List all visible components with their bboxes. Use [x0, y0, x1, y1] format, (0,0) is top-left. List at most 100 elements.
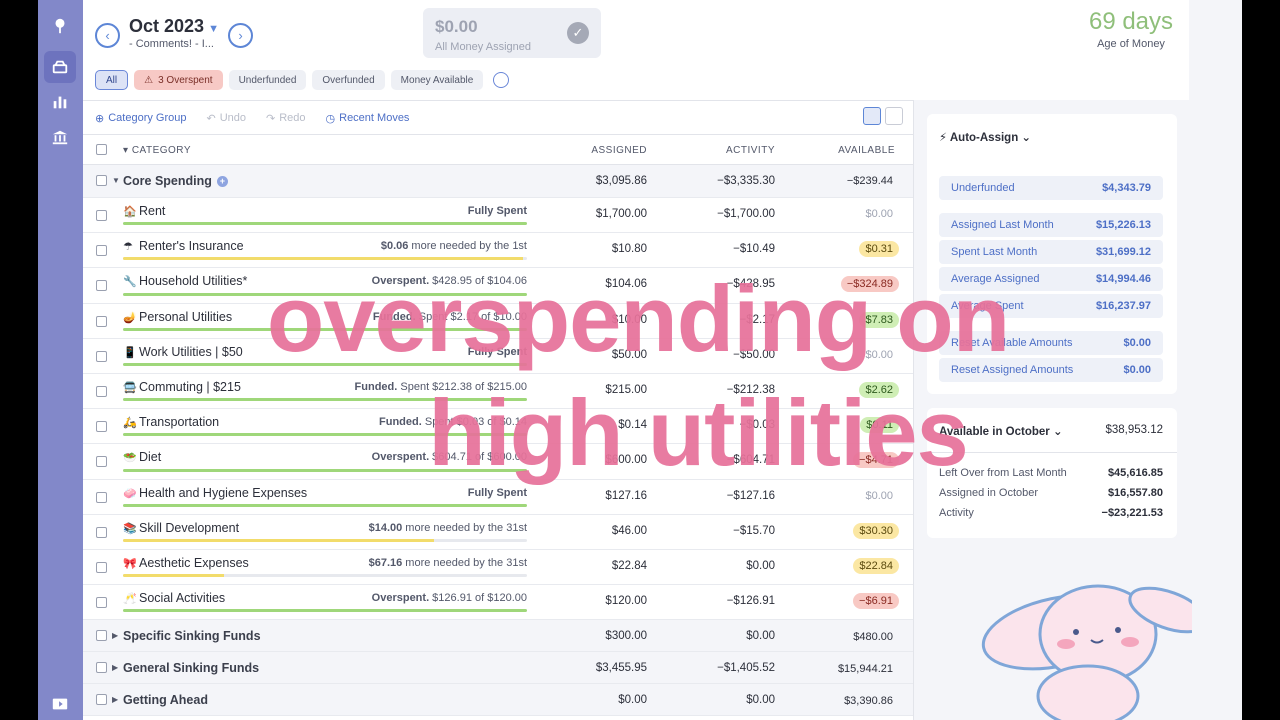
group-name[interactable]: Getting Ahead	[123, 693, 208, 707]
category-available[interactable]: $7.83	[859, 311, 899, 328]
category-row[interactable]: 🎀 Aesthetic Expenses $67.16 more needed b…	[83, 550, 913, 586]
tree-logo-icon[interactable]	[44, 10, 76, 42]
next-month-button[interactable]: ›	[228, 23, 253, 48]
category-name[interactable]: 📚 Skill Development	[123, 521, 239, 535]
category-available[interactable]: $22.84	[853, 557, 899, 574]
filter-money-available[interactable]: Money Available	[390, 70, 484, 90]
category-row[interactable]: 🛵 Transportation Funded. Spent $0.03 of $…	[83, 409, 913, 445]
category-name[interactable]: 🎀 Aesthetic Expenses	[123, 556, 249, 570]
category-activity[interactable]: −$2.17	[740, 314, 776, 326]
category-activity[interactable]: $0.00	[746, 560, 775, 572]
filter-settings-icon[interactable]	[493, 72, 510, 88]
category-available[interactable]: −$324.89	[840, 276, 899, 293]
undo-button[interactable]: ↶ Undo	[206, 112, 246, 125]
category-assigned[interactable]: $120.00	[605, 595, 647, 607]
row-checkbox[interactable]	[96, 175, 107, 186]
row-checkbox[interactable]	[96, 210, 107, 221]
auto-assign-option[interactable]: Assigned Last Month $15,226.13	[939, 213, 1163, 237]
category-name[interactable]: ☂ Renter's Insurance	[123, 239, 244, 253]
category-name[interactable]: 🧼 Health and Hygiene Expenses	[123, 486, 307, 500]
category-assigned[interactable]: $10.80	[612, 243, 647, 255]
category-available[interactable]: $30.30	[853, 522, 899, 539]
category-row[interactable]: 📱 Work Utilities | $50 Fully Spent $50.00…	[83, 339, 913, 374]
add-category-icon[interactable]: +	[216, 176, 228, 187]
row-checkbox[interactable]	[96, 385, 107, 397]
recent-moves-button[interactable]: ◷ Recent Moves	[326, 112, 410, 125]
row-checkbox[interactable]	[96, 315, 107, 327]
row-checkbox[interactable]	[96, 597, 107, 609]
category-name[interactable]: 📱 Work Utilities | $50	[123, 345, 243, 359]
column-category[interactable]: ▾ CATEGORY	[123, 145, 191, 156]
row-checkbox[interactable]	[96, 421, 107, 433]
auto-assign-option[interactable]: Average Spent $16,237.97	[939, 294, 1163, 318]
auto-assign-option[interactable]: Reset Assigned Amounts $0.00	[939, 358, 1163, 382]
category-activity[interactable]: −$50.00	[733, 349, 775, 361]
category-name[interactable]: 🛵 Transportation	[123, 415, 219, 429]
category-activity[interactable]: −$15.70	[733, 525, 775, 537]
auto-assign-option[interactable]: Average Assigned $14,994.46	[939, 267, 1163, 291]
category-assigned[interactable]: $50.00	[612, 349, 647, 361]
auto-assign-option[interactable]: Spent Last Month $31,699.12	[939, 240, 1163, 264]
category-activity[interactable]: −$1,700.00	[717, 208, 775, 220]
category-assigned[interactable]: $104.06	[605, 278, 647, 290]
filter-overfunded[interactable]: Overfunded	[312, 70, 385, 90]
category-row[interactable]: 🏠 Rent Fully Spent $1,700.00 −$1,700.00 $…	[83, 198, 913, 234]
row-checkbox[interactable]	[96, 491, 107, 503]
row-checkbox[interactable]	[96, 280, 107, 292]
add-category-group-button[interactable]: ⊕ Category Group	[95, 112, 186, 125]
expand-triangle-icon[interactable]: ▶	[112, 631, 118, 640]
category-name[interactable]: 🪔 Personal Utilities	[123, 310, 232, 324]
previous-month-button[interactable]: ‹	[95, 23, 120, 48]
row-checkbox[interactable]	[96, 245, 107, 257]
category-assigned[interactable]: $22.84	[612, 560, 647, 572]
category-activity[interactable]: −$604.71	[727, 454, 775, 466]
category-assigned[interactable]: $127.16	[605, 490, 647, 502]
row-checkbox[interactable]	[96, 526, 107, 538]
category-row[interactable]: 🔧 Household Utilities* Overspent. $428.95…	[83, 268, 913, 304]
category-available[interactable]: $0.11	[860, 417, 899, 434]
group-name[interactable]: Specific Sinking Funds	[123, 629, 261, 643]
category-name[interactable]: 🥂 Social Activities	[123, 591, 225, 605]
category-activity[interactable]: −$428.95	[727, 278, 775, 290]
auto-assign-header[interactable]: ⚡ Auto-Assign ⌄	[939, 130, 1031, 144]
category-assigned[interactable]: $1,700.00	[596, 208, 647, 220]
compact-view-icon[interactable]	[885, 107, 903, 125]
auto-assign-option[interactable]: Reset Available Amounts $0.00	[939, 331, 1163, 355]
category-assigned[interactable]: $46.00	[612, 525, 647, 537]
group-row[interactable]: ▶ Specific Sinking Funds $300.00 $0.00 $…	[83, 620, 913, 653]
filter-underfunded[interactable]: Underfunded	[228, 70, 307, 90]
category-assigned[interactable]: $600.00	[605, 454, 647, 466]
category-assigned[interactable]: $10.00	[612, 314, 647, 326]
group-row[interactable]: ▶ Getting Ahead $0.00 $0.00 $3,390.86	[83, 684, 913, 717]
category-available[interactable]: $0.00	[859, 347, 899, 363]
category-activity[interactable]: −$10.49	[733, 243, 775, 255]
row-checkbox[interactable]	[96, 561, 107, 573]
category-row[interactable]: 🥗 Diet Overspent. $604.71 of $600.00 $600…	[83, 444, 913, 480]
category-row[interactable]: 🥂 Social Activities Overspent. $126.91 of…	[83, 585, 913, 621]
category-assigned[interactable]: $215.00	[605, 384, 647, 396]
category-available[interactable]: −$4.71	[853, 452, 899, 469]
ready-to-assign-box[interactable]: $0.00 All Money Assigned ✓	[423, 8, 601, 58]
category-available[interactable]: $0.31	[859, 241, 899, 258]
category-row[interactable]: ☂ Renter's Insurance $0.06 more needed by…	[83, 233, 913, 269]
accounts-icon[interactable]	[44, 121, 76, 153]
category-activity[interactable]: −$126.91	[727, 595, 775, 607]
category-row[interactable]: 📚 Skill Development $14.00 more needed by…	[83, 515, 913, 550]
category-available[interactable]: $0.00	[859, 488, 899, 504]
expand-triangle-icon[interactable]: ▶	[112, 695, 118, 704]
category-available[interactable]: $2.62	[859, 381, 899, 398]
category-name[interactable]: 🏠 Rent	[123, 204, 165, 218]
collapse-triangle-icon[interactable]: ▼	[112, 176, 120, 185]
category-available[interactable]: −$6.91	[853, 593, 899, 610]
category-name[interactable]: 🥗 Diet	[123, 450, 161, 464]
group-name[interactable]: General Sinking Funds	[123, 661, 259, 675]
auto-assign-option[interactable]: Underfunded $4,343.79	[939, 176, 1163, 200]
available-month-header[interactable]: Available in October ⌄	[939, 424, 1063, 438]
category-assigned[interactable]: $0.14	[618, 419, 647, 431]
group-name[interactable]: Core Spending +	[123, 174, 228, 188]
filter-all[interactable]: All	[95, 70, 129, 90]
category-name[interactable]: 🚍 Commuting | $215	[123, 380, 241, 394]
row-checkbox[interactable]	[96, 694, 107, 706]
budget-icon[interactable]	[44, 51, 76, 83]
select-all-checkbox[interactable]	[96, 144, 107, 155]
